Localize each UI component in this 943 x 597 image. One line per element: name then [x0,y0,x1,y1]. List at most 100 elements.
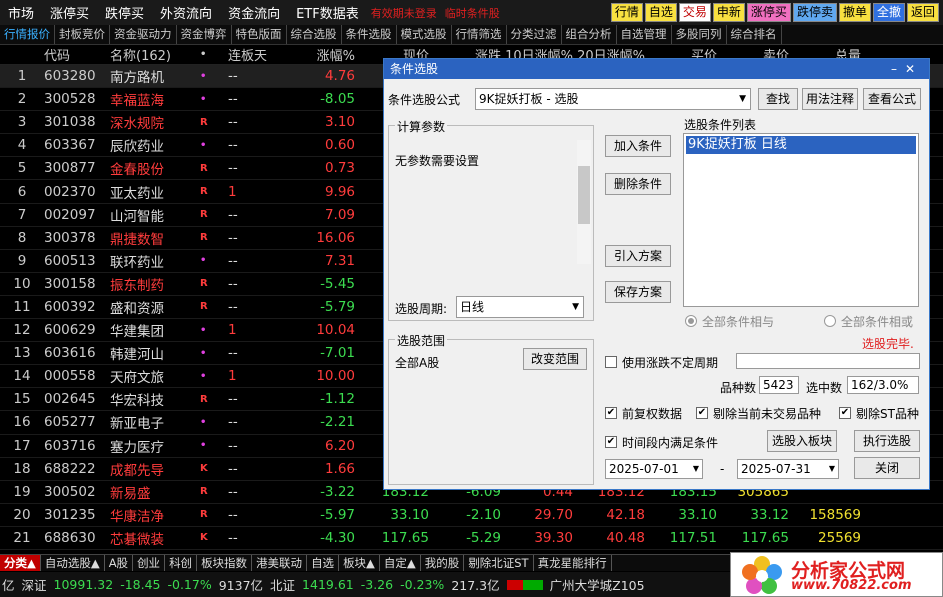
delete-condition-button[interactable]: 删除条件 [605,173,671,195]
stock-name[interactable]: 华宏科技 [110,389,200,409]
menu-item[interactable]: 外资流向 [152,3,220,22]
stock-name[interactable]: 天府文旅 [110,366,200,386]
tab-9[interactable]: 分类过滤 [507,25,562,44]
exclude-st-checkbox[interactable]: ✔ [839,407,851,419]
stock-name[interactable]: 新亚电子 [110,412,200,432]
tab-11[interactable]: 自选管理 [617,25,672,44]
stock-code[interactable]: 688630 [44,530,110,546]
stock-name[interactable]: 华建集团 [110,320,200,340]
stock-code[interactable]: 002645 [44,391,110,407]
import-plan-button[interactable]: 引入方案 [605,245,671,267]
bottom-tab[interactable]: A股 [105,555,134,571]
view-formula-button[interactable]: 查看公式 [863,88,921,110]
or-radio[interactable] [824,315,836,327]
close-button[interactable]: 关闭 [854,457,920,479]
menu-item[interactable]: 资金流向 [220,3,288,22]
stock-name[interactable]: 芯碁微装 [110,528,200,548]
column-header[interactable]: • [200,49,220,60]
bottom-tab[interactable]: 创业 [133,555,166,571]
stock-code[interactable]: 301038 [44,114,110,130]
stock-name[interactable]: 金春股份 [110,158,200,178]
tab-8[interactable]: 行情筛选 [452,25,507,44]
tab-10[interactable]: 组合分析 [562,25,617,44]
column-header[interactable]: 连板天 [220,45,296,64]
stock-code[interactable]: 002370 [44,184,110,200]
bottom-tab[interactable]: 剔除北证ST [464,555,534,571]
minimize-icon[interactable]: – [891,62,905,76]
exclude-untraded-checkbox[interactable]: ✔ [696,407,708,419]
bottom-tab[interactable]: 分类▲ [0,555,41,571]
stock-name[interactable]: 韩建河山 [110,343,200,363]
tab-13[interactable]: 综合排名 [727,25,782,44]
condition-list-item[interactable]: 9K捉妖打板 日线 [686,136,916,154]
stock-name[interactable]: 盛和资源 [110,297,200,317]
usage-notes-button[interactable]: 用法注释 [802,88,858,110]
menu-item[interactable]: 跌停买 [97,3,152,22]
quick-button[interactable]: 涨停买 [746,3,791,22]
menu-item[interactable]: ETF数据表 [288,3,367,22]
date-from-input[interactable]: 2025-07-01 ▼ [605,459,703,479]
quick-button[interactable]: 撤单 [838,3,871,22]
stock-code[interactable]: 600513 [44,253,110,269]
stock-code[interactable]: 600629 [44,322,110,338]
stock-name[interactable]: 南方路机 [110,66,200,86]
stock-code[interactable]: 002097 [44,207,110,223]
stock-name[interactable]: 幸福蓝海 [110,89,200,109]
stock-name[interactable]: 成都先导 [110,459,200,479]
stock-name[interactable]: 华康洁净 [110,505,200,525]
stock-name[interactable]: 塞力医疗 [110,436,200,456]
quick-button[interactable]: 交易 [678,3,711,22]
to-board-button[interactable]: 选股入板块 [767,430,837,452]
and-radio[interactable] [685,315,697,327]
stock-code[interactable]: 603616 [44,345,110,361]
var-period-input[interactable] [736,353,920,369]
stock-code[interactable]: 603367 [44,137,110,153]
var-period-checkbox[interactable] [605,356,617,368]
tab-7[interactable]: 模式选股 [397,25,452,44]
menu-item[interactable]: 市场 [0,3,42,22]
tab-3[interactable]: 资金博弈 [177,25,232,44]
stock-code[interactable]: 688222 [44,461,110,477]
table-row[interactable]: 21 688630 芯碁微装 K -- -4.30 117.65 -5.29 39.30 40.4… [0,527,943,550]
stock-code[interactable]: 603280 [44,68,110,84]
tab-2[interactable]: 资金驱动力 [110,25,177,44]
column-header[interactable]: 涨幅% [296,45,361,64]
stock-name[interactable]: 深水规院 [110,112,200,132]
stock-code[interactable]: 300877 [44,160,110,176]
tab-6[interactable]: 条件选股 [342,25,397,44]
tab-4[interactable]: 特色版面 [232,25,287,44]
adjust-checkbox[interactable]: ✔ [605,407,617,419]
date-to-input[interactable]: 2025-07-31 ▼ [737,459,839,479]
stock-name[interactable]: 辰欣药业 [110,135,200,155]
quick-button[interactable]: 申新 [712,3,745,22]
quick-button[interactable]: 全撤 [872,3,905,22]
table-row[interactable]: 20 301235 华康洁净 R -- -5.97 33.10 -2.10 29.70 42.18… [0,504,943,527]
quick-button[interactable]: 跌停卖 [792,3,837,22]
bottom-tab[interactable]: 真龙星能排行 [534,555,612,571]
stock-name[interactable]: 山河智能 [110,205,200,225]
column-header[interactable]: 代码 [44,45,110,64]
close-icon[interactable]: ✕ [905,62,923,76]
params-scrollbar[interactable] [577,140,591,264]
stock-code[interactable]: 300158 [44,276,110,292]
stock-code[interactable]: 000558 [44,368,110,384]
bottom-tab[interactable]: 自动选股▲ [41,555,105,571]
menu-item[interactable]: 涨停买 [42,3,97,22]
bottom-tab[interactable]: 自选 [307,555,340,571]
bottom-tab[interactable]: 板块指数 [197,555,253,571]
quick-button[interactable]: 返回 [906,3,939,22]
stock-code[interactable]: 603716 [44,438,110,454]
condition-list[interactable]: 9K捉妖打板 日线 [683,133,919,307]
column-header[interactable]: 名称(162) [110,45,200,64]
period-select[interactable]: 日线 ▼ [456,296,584,318]
save-plan-button[interactable]: 保存方案 [605,281,671,303]
stock-code[interactable]: 300502 [44,484,110,500]
bottom-tab[interactable]: 板块▲ [339,555,380,571]
stock-name[interactable]: 亚太药业 [110,182,200,202]
formula-select[interactable]: 9K捉妖打板 - 选股 ▼ [475,88,751,110]
find-button[interactable]: 查找 [758,88,798,110]
bottom-tab[interactable]: 科创 [165,555,198,571]
stock-code[interactable]: 605277 [44,414,110,430]
quick-button[interactable]: 行情 [610,3,643,22]
bottom-tab[interactable]: 自定▲ [380,555,421,571]
